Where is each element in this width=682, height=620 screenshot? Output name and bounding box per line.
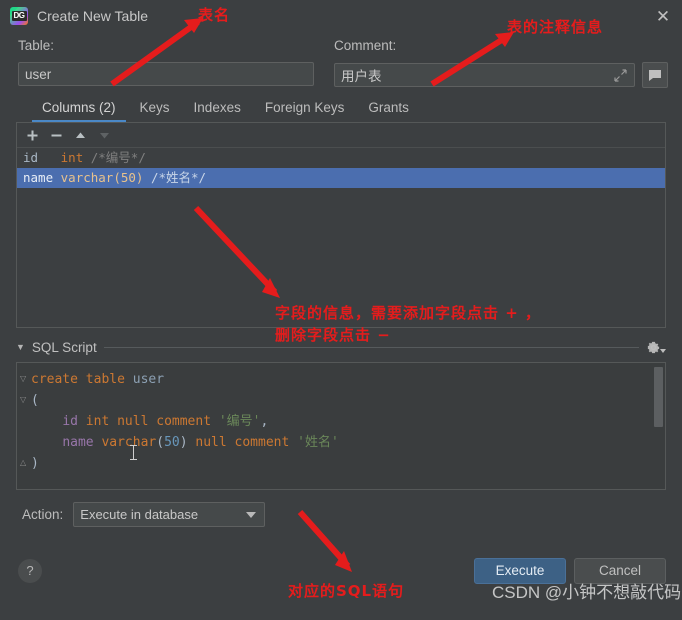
move-down-icon (93, 125, 115, 145)
columns-list[interactable]: id int /*编号*/ name varchar(50) /*姓名*/ (17, 148, 665, 327)
action-row: Action: Execute in database (0, 490, 682, 527)
comment-input-value: 用户表 (341, 69, 382, 84)
fold-icon[interactable]: ▽ (20, 395, 29, 404)
title-bar: DG Create New Table ✕ (0, 0, 682, 32)
action-dropdown[interactable]: Execute in database (73, 502, 266, 527)
table-row[interactable]: id int /*编号*/ (17, 148, 665, 168)
sql-script-title: SQL Script (31, 339, 97, 355)
header-divider (103, 346, 639, 348)
tab-keys[interactable]: Keys (128, 98, 182, 122)
columns-panel: id int /*编号*/ name varchar(50) /*姓名*/ (16, 122, 666, 328)
editor-scrollbar[interactable] (654, 367, 663, 427)
sql-script-header: ▼ SQL Script (16, 336, 666, 358)
column-type: varchar(50) (60, 170, 144, 185)
sql-script-editor[interactable]: ▽ ▽ △ create table user ( id int null co… (16, 362, 666, 490)
columns-toolbar (17, 123, 665, 148)
table-label: Table: (18, 38, 55, 53)
app-icon-label: DG (11, 11, 27, 21)
plus-icon[interactable] (21, 125, 43, 145)
expand-icon[interactable] (614, 68, 627, 82)
comment-label: Comment: (334, 38, 397, 53)
datagrip-icon: DG (10, 7, 28, 25)
table-row[interactable]: name varchar(50) /*姓名*/ (17, 168, 665, 188)
gear-icon[interactable] (646, 337, 666, 357)
close-icon[interactable]: ✕ (652, 5, 674, 27)
fields-row: Table: user Comment: 用户表 (0, 32, 682, 88)
chevron-down-icon (246, 511, 257, 518)
tab-grants[interactable]: Grants (356, 98, 421, 122)
window-title: Create New Table (37, 8, 149, 24)
text-caret (130, 445, 137, 460)
entity-tabs: Columns (2) Keys Indexes Foreign Keys Gr… (0, 88, 682, 122)
column-comment: /*姓名*/ (150, 170, 207, 185)
table-comment-input[interactable]: 用户表 (334, 63, 635, 87)
help-button[interactable]: ? (18, 558, 42, 583)
table-field-group: Table: user (18, 38, 314, 88)
comment-field-group: Comment: 用户表 (334, 38, 668, 88)
action-dropdown-value: Execute in database (80, 507, 199, 522)
fold-icon[interactable]: ▽ (20, 374, 29, 383)
column-type: int (60, 150, 84, 165)
minus-icon[interactable] (45, 125, 67, 145)
column-name: id (23, 150, 39, 165)
table-name-input[interactable]: user (18, 62, 314, 86)
cancel-button[interactable]: Cancel (574, 557, 666, 584)
tab-columns[interactable]: Columns (2) (30, 98, 128, 122)
column-name: name (23, 170, 54, 185)
execute-button[interactable]: Execute (474, 557, 566, 584)
action-label: Action: (22, 507, 64, 522)
comment-bubble-icon[interactable] (642, 62, 668, 88)
column-comment: /*编号*/ (90, 150, 146, 165)
move-up-icon[interactable] (69, 125, 91, 145)
sql-code: create table user ( id int null comment … (31, 372, 339, 471)
comment-input-row: 用户表 (334, 62, 668, 88)
sql-script-section: ▼ SQL Script ▽ ▽ △ create table user ( i… (16, 336, 666, 490)
editor-gutter: ▽ ▽ △ (17, 363, 31, 489)
fold-icon[interactable]: △ (20, 458, 29, 467)
dialog-buttons: Execute Cancel (474, 557, 666, 584)
dialog-footer: ? Execute Cancel (0, 527, 682, 620)
tab-foreign-keys[interactable]: Foreign Keys (253, 98, 357, 122)
table-input-row: user (18, 62, 314, 86)
tab-indexes[interactable]: Indexes (182, 98, 253, 122)
create-new-table-dialog: DG Create New Table ✕ Table: user Commen… (0, 0, 682, 620)
chevron-down-icon[interactable]: ▼ (16, 342, 25, 352)
